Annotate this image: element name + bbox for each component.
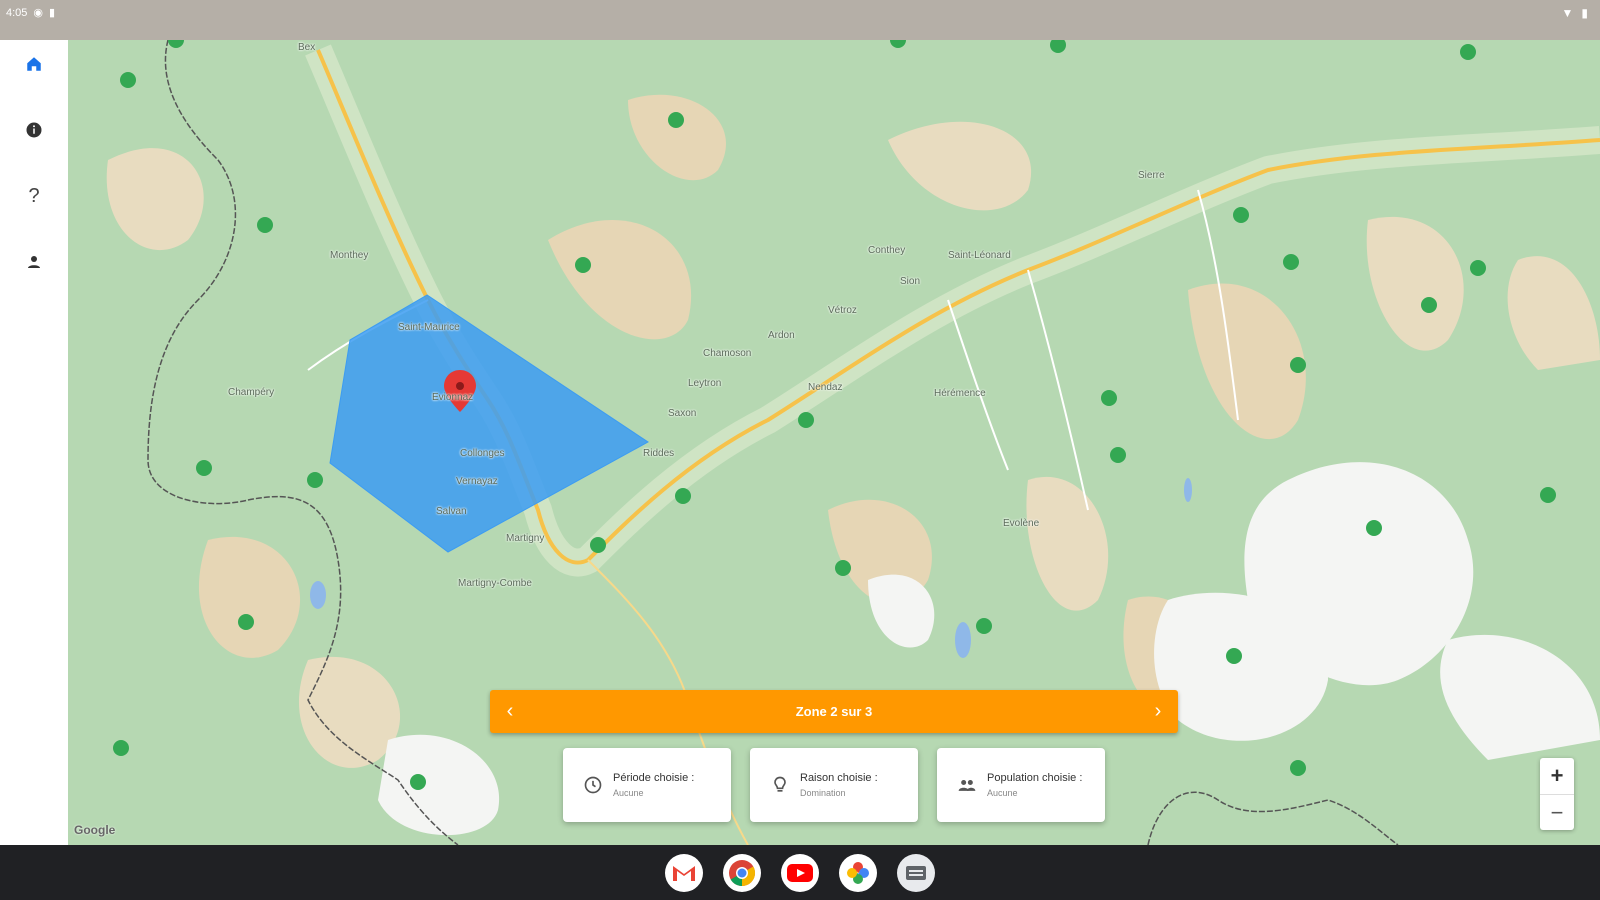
map-label: Champéry [228, 387, 275, 398]
photos-icon[interactable] [839, 853, 877, 892]
map-label: Vétroz [828, 305, 857, 316]
sd-card-icon: ▮ [49, 7, 56, 19]
taskbar [0, 845, 1600, 900]
period-card[interactable]: Période choisie : Aucune [563, 748, 731, 822]
card-value: Domination [800, 788, 846, 798]
population-card[interactable]: Population choisie : Aucune [937, 748, 1105, 822]
map-label: Saint-Léonard [948, 250, 1011, 261]
map-label: Monthey [330, 250, 369, 261]
map-label: Evionnaz [432, 392, 474, 403]
zone-selector: ‹ Zone 2 sur 3 › [490, 690, 1178, 733]
map-label: Sierre [1138, 170, 1165, 181]
reason-card[interactable]: Raison choisie : Domination [750, 748, 918, 822]
map-label: Martigny-Combe [458, 578, 532, 589]
map-label: Saxon [668, 408, 697, 419]
map-label: Ardon [768, 330, 795, 341]
notification-icon: ◉ [33, 7, 44, 19]
wifi-icon: ▼ [1561, 6, 1574, 20]
status-bar: 4:05 ◉ ▮ ▼ ▮ [0, 0, 1600, 40]
sidebar: ? [0, 40, 68, 845]
zoom-controls: + − [1540, 758, 1574, 830]
map-label: Sion [900, 276, 921, 287]
help-icon[interactable]: ? [16, 178, 52, 214]
people-icon [955, 775, 979, 795]
card-title: Période choisie : [613, 772, 695, 784]
zoom-in-button[interactable]: + [1540, 758, 1574, 795]
chrome-icon[interactable] [723, 853, 761, 892]
account-icon[interactable] [16, 244, 52, 280]
lightbulb-icon [768, 775, 792, 795]
zone-title: Zone 2 sur 3 [795, 704, 873, 719]
map-label: Evolène [1003, 518, 1040, 529]
google-attribution[interactable]: Google [74, 823, 115, 837]
clock-icon [581, 775, 605, 795]
zoom-out-button[interactable]: − [1540, 795, 1574, 831]
map-label: Bex [298, 42, 316, 53]
info-icon[interactable] [16, 112, 52, 148]
battery-icon: ▮ [1581, 6, 1588, 20]
map-label: Vernayaz [456, 476, 498, 487]
card-title: Raison choisie : [800, 772, 878, 784]
map-label: Saint-Maurice [398, 322, 460, 333]
files-icon[interactable] [897, 853, 935, 892]
map-label: Collonges [460, 448, 505, 459]
map-label: Hérémence [934, 388, 986, 399]
map-label: Martigny [506, 533, 545, 544]
home-icon[interactable] [16, 46, 52, 82]
map-label: Riddes [643, 448, 675, 459]
next-zone-button[interactable]: › [1138, 690, 1178, 733]
gmail-icon[interactable] [665, 853, 703, 892]
card-title: Population choisie : [987, 772, 1083, 784]
previous-zone-button[interactable]: ‹ [490, 690, 530, 733]
map-label: Conthey [868, 245, 906, 256]
map-label: Salvan [436, 506, 467, 517]
card-value: Aucune [613, 788, 644, 798]
map-label: Chamoson [703, 348, 752, 359]
map-label: Leytron [688, 378, 722, 389]
youtube-icon[interactable] [781, 853, 819, 892]
clock: 4:05 [6, 6, 28, 19]
map-label: Nendaz [808, 382, 843, 393]
card-value: Aucune [987, 788, 1018, 798]
